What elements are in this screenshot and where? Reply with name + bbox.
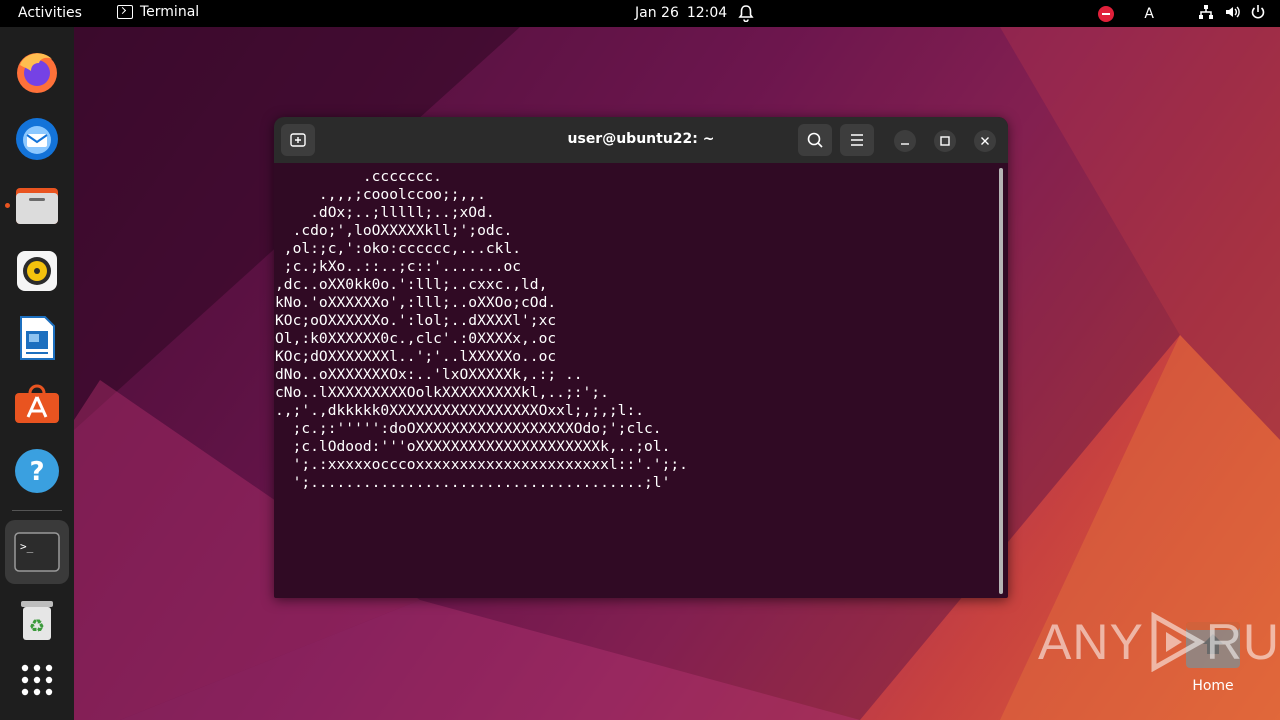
app-grid-icon	[21, 664, 53, 696]
terminal-scrollbar[interactable]	[999, 168, 1003, 594]
clock-date: Jan 26	[635, 5, 679, 21]
dock-item-help[interactable]: ?	[12, 446, 62, 496]
keyboard-layout-indicator[interactable]: A	[1144, 6, 1154, 22]
desktop-home-label[interactable]: Home	[1176, 678, 1250, 694]
close-icon	[981, 137, 989, 145]
svg-text:?: ?	[29, 457, 44, 487]
activities-button[interactable]: Activities	[18, 5, 82, 21]
watermark-text-right: RUN	[1205, 614, 1280, 670]
dock-item-rhythmbox[interactable]	[12, 246, 62, 296]
clock-time: 12:04	[686, 5, 728, 21]
play-logo-icon	[1151, 612, 1205, 672]
terminal-output: .ccccccc. .,,,;cooolccoo;;,,. .dOx;..;ll…	[275, 168, 688, 491]
anyrun-watermark: ANY RUN	[1038, 612, 1280, 672]
thunderbird-icon	[16, 118, 58, 160]
terminal-small-icon	[117, 5, 133, 19]
dock-item-show-apps[interactable]	[12, 655, 62, 705]
dock-item-writer[interactable]	[12, 313, 62, 363]
do-not-disturb-icon[interactable]	[1098, 6, 1115, 22]
hamburger-menu-icon	[851, 134, 863, 146]
rhythmbox-icon	[17, 251, 57, 291]
bell-icon[interactable]	[738, 4, 754, 26]
firefox-icon	[17, 53, 57, 93]
trash-icon: ♻	[21, 601, 53, 640]
system-tray[interactable]: A	[1098, 4, 1266, 24]
terminal-icon: >_	[14, 532, 60, 572]
dock-item-terminal[interactable]: >_	[5, 520, 69, 584]
running-indicator	[5, 203, 10, 208]
software-icon	[15, 384, 59, 423]
network-icon[interactable]	[1198, 4, 1214, 24]
top-bar: Activities Terminal Jan 26 12:04 A	[0, 0, 1280, 27]
search-icon	[807, 132, 823, 148]
minimize-button[interactable]	[894, 130, 916, 152]
svg-text:♻: ♻	[29, 616, 45, 637]
dock-item-thunderbird[interactable]	[12, 113, 62, 163]
files-icon	[16, 188, 58, 224]
app-name: Terminal	[140, 4, 200, 20]
minimize-icon	[901, 143, 909, 145]
search-button[interactable]	[798, 124, 832, 156]
dock-separator	[12, 510, 62, 511]
dock-item-files[interactable]	[12, 180, 62, 230]
maximize-icon	[940, 136, 950, 146]
power-icon[interactable]	[1250, 4, 1266, 24]
help-icon: ?	[15, 449, 59, 493]
dock-item-trash[interactable]: ♻	[12, 595, 62, 645]
dock: ? >_ ♻	[0, 27, 74, 720]
menu-button[interactable]	[840, 124, 874, 156]
terminal-output-area[interactable]: .ccccccc. .,,,;cooolccoo;;,,. .dOx;..;ll…	[274, 163, 994, 598]
app-menu[interactable]: Terminal	[117, 4, 199, 20]
watermark-text-left: ANY	[1038, 614, 1144, 670]
svg-text:>_: >_	[20, 540, 34, 553]
volume-icon[interactable]	[1224, 4, 1240, 24]
clock[interactable]: Jan 26 12:04	[635, 5, 727, 21]
terminal-window[interactable]: user@ubuntu22: ~ .ccccccc. .,,,;cooolcco…	[274, 117, 1008, 598]
close-button[interactable]	[974, 130, 996, 152]
dock-item-firefox[interactable]	[12, 47, 62, 97]
dock-item-software[interactable]	[12, 379, 62, 429]
writer-icon	[20, 316, 55, 360]
maximize-button[interactable]	[934, 130, 956, 152]
terminal-header-bar[interactable]: user@ubuntu22: ~	[274, 117, 1008, 163]
